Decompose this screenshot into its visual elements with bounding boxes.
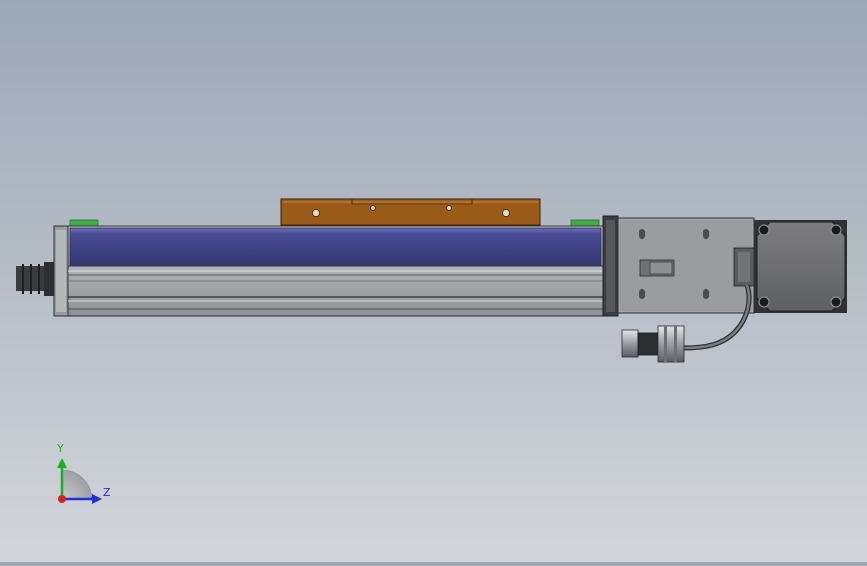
carriage-hole: [446, 205, 452, 211]
cable-connector: [621, 325, 685, 363]
graphics-viewport[interactable]: [0, 0, 867, 562]
cad-model-view[interactable]: [0, 0, 867, 562]
green-cap-right: [570, 219, 600, 227]
blue-dust-cover: [69, 227, 602, 267]
carriage-hole: [501, 208, 510, 217]
green-cap-left: [69, 219, 99, 227]
motor-mount-plate: [617, 217, 755, 314]
triad-z-label: Z: [103, 486, 111, 499]
motor-bolt: [758, 296, 770, 308]
left-end-cap: [53, 225, 69, 317]
carriage-slider[interactable]: [280, 198, 541, 226]
motor-bolt: [830, 224, 842, 236]
coordinate-triad: [57, 458, 102, 504]
servo-motor: [754, 220, 847, 313]
triad-y-label: Y: [57, 442, 64, 455]
carriage-hole: [370, 205, 376, 211]
x-axis-origin: [58, 495, 66, 503]
motor-bolt: [758, 224, 770, 236]
linear-rail-body: [67, 225, 604, 317]
motor-bolt: [830, 296, 842, 308]
carriage-hole: [311, 208, 320, 217]
left-shaft-connector: [16, 262, 56, 296]
right-end-cap: [602, 215, 619, 317]
